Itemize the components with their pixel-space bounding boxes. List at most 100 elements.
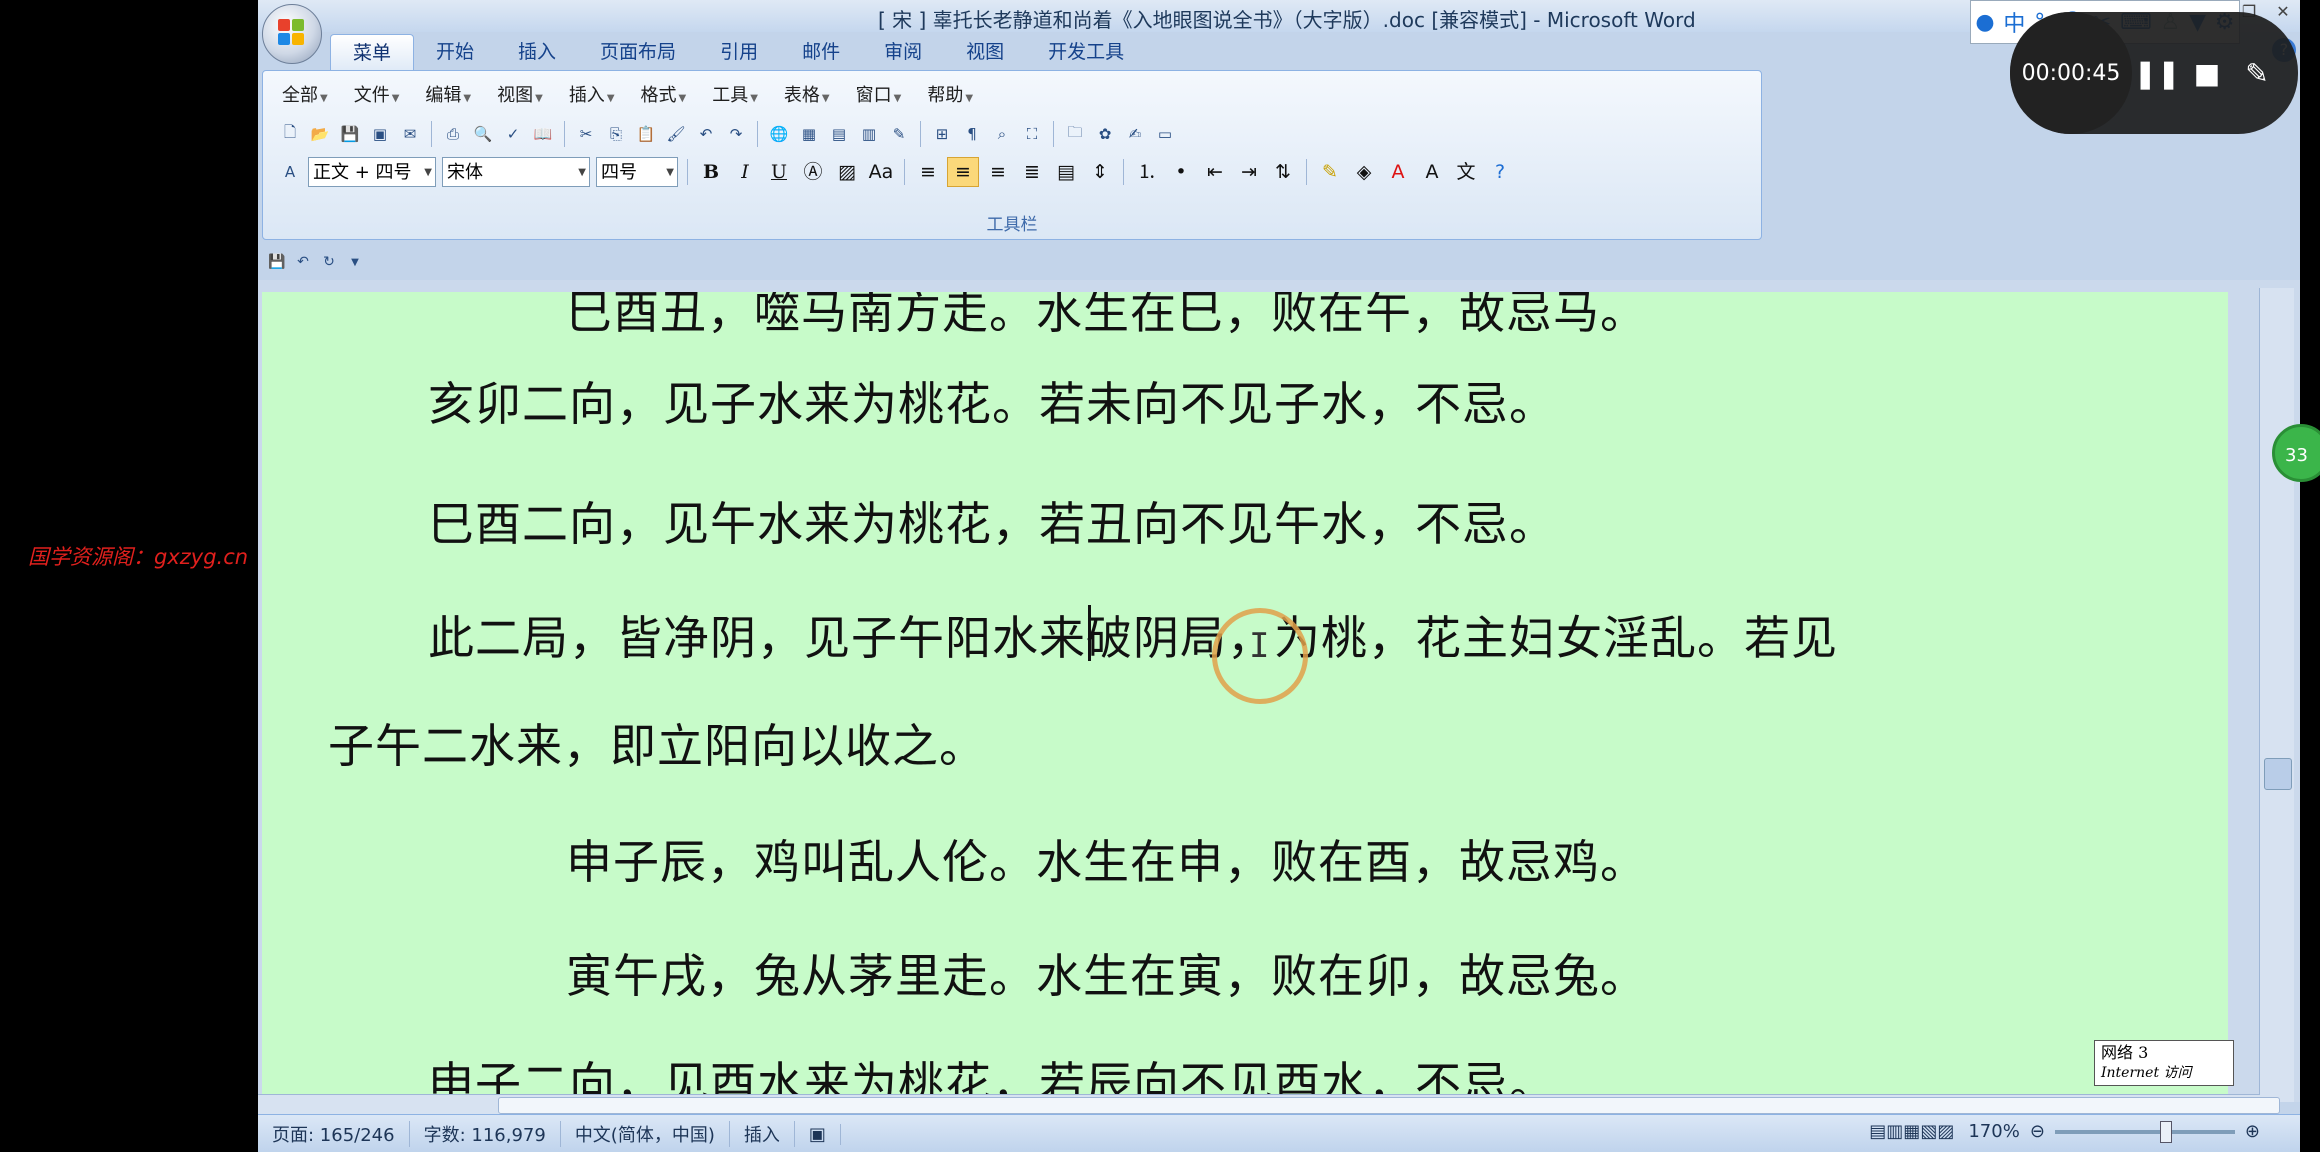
view-buttons[interactable]: ▤▥▦▧▨ — [1869, 1121, 1954, 1142]
spelling-icon[interactable]: ✓ — [501, 122, 525, 146]
excel-table-icon[interactable]: ▤ — [827, 122, 851, 146]
tab-home[interactable]: 开始 — [414, 34, 496, 70]
show-hide-icon[interactable]: ¶ — [960, 122, 984, 146]
tab-review[interactable]: 审阅 — [862, 34, 944, 70]
font-size-select[interactable]: 四号 ▼ — [596, 157, 678, 187]
permission-icon[interactable]: ▣ — [368, 122, 392, 146]
align-left-icon[interactable]: ≡ — [913, 158, 943, 186]
drawing-icon[interactable]: ✎ — [887, 122, 911, 146]
zoom-in-icon[interactable]: ⊕ — [2245, 1121, 2260, 1142]
decrease-indent-icon[interactable]: ⇤ — [1200, 158, 1230, 186]
italic-button[interactable]: I — [730, 158, 760, 186]
vertical-scrollbar[interactable] — [2259, 288, 2294, 1102]
table-icon[interactable]: ▦ — [797, 122, 821, 146]
menu-all[interactable]: 全部 ▼ — [269, 83, 341, 109]
email-icon[interactable]: ✉ — [398, 122, 422, 146]
highlight-icon[interactable]: ✎ — [1315, 158, 1345, 186]
horizontal-scroll-thumb[interactable] — [498, 1097, 2280, 1114]
zoom-icon[interactable]: ⌕ — [990, 122, 1014, 146]
new-document-icon[interactable]: 🗋 — [278, 122, 302, 146]
user-icon[interactable]: ● — [1975, 10, 1994, 35]
status-insert-mode[interactable]: 插入 — [730, 1121, 795, 1147]
cut-icon[interactable]: ✂ — [574, 122, 598, 146]
document-map-icon[interactable]: ⊞ — [930, 122, 954, 146]
ime-language[interactable]: 中 — [2003, 6, 2025, 38]
print-icon[interactable]: ⎙ — [441, 122, 465, 146]
numbering-icon[interactable]: ⒈ — [1132, 158, 1162, 186]
stop-icon[interactable]: ■ — [2182, 57, 2232, 90]
zoom-out-icon[interactable]: ⊖ — [2030, 1121, 2045, 1142]
edit-pen-icon[interactable]: ✎ — [2232, 57, 2282, 90]
tab-insert[interactable]: 插入 — [496, 34, 578, 70]
hyperlink-icon[interactable]: 🌐 — [767, 122, 791, 146]
tab-mailings[interactable]: 邮件 — [780, 34, 862, 70]
justify-icon[interactable]: ≣ — [1017, 158, 1047, 186]
document-page[interactable]: 巳酉丑，噬马南方走。水生在巳，败在午，故忌马。 亥卯二向，见子水来为桃花。若未向… — [262, 292, 2228, 1096]
status-language[interactable]: 中文(简体，中国) — [561, 1121, 730, 1147]
office-button[interactable] — [262, 4, 322, 64]
print-preview-icon[interactable]: 🔍 — [471, 122, 495, 146]
format-painter-icon[interactable]: 🖌 — [664, 122, 688, 146]
tab-menu[interactable]: 菜单 — [330, 34, 415, 71]
menu-table[interactable]: 表格 ▼ — [771, 83, 843, 109]
form-icon[interactable]: ▭ — [1153, 122, 1177, 146]
clipart-icon[interactable]: ✿ — [1093, 122, 1117, 146]
fullscreen-icon[interactable]: ⛶ — [1020, 122, 1044, 146]
styles-icon[interactable]: ✍ — [1123, 122, 1147, 146]
status-word-count[interactable]: 字数: 116,979 — [410, 1121, 561, 1147]
distributed-icon[interactable]: ▤ — [1051, 158, 1081, 186]
line-spacing-icon[interactable]: ⇕ — [1085, 158, 1115, 186]
style-select[interactable]: 正文 + 四号 ▼ — [308, 157, 436, 187]
phonetic-guide-icon[interactable]: 文 — [1451, 158, 1481, 186]
menu-format[interactable]: 格式 ▼ — [628, 83, 700, 109]
shading-icon[interactable]: ◈ — [1349, 158, 1379, 186]
align-center-icon[interactable]: ≡ — [947, 157, 979, 187]
paste-icon[interactable]: 📋 — [634, 122, 658, 146]
styles-pane-icon[interactable]: A — [278, 160, 302, 184]
tab-view[interactable]: 视图 — [944, 34, 1026, 70]
menu-file[interactable]: 文件 ▼ — [341, 83, 413, 109]
folder-icon[interactable]: 🗀 — [1063, 122, 1087, 146]
align-right-icon[interactable]: ≡ — [983, 158, 1013, 186]
status-page[interactable]: 页面: 165/246 — [258, 1121, 410, 1147]
horizontal-scrollbar[interactable] — [258, 1094, 2280, 1115]
qat-customize-icon[interactable]: ▼ — [345, 252, 365, 272]
tab-developer[interactable]: 开发工具 — [1026, 34, 1146, 70]
text-effects-icon[interactable]: A — [1417, 158, 1447, 186]
redo-icon[interactable]: ↷ — [724, 122, 748, 146]
menu-edit[interactable]: 编辑 ▼ — [412, 83, 484, 109]
bullets-icon[interactable]: • — [1166, 158, 1196, 186]
tab-references[interactable]: 引用 — [698, 34, 780, 70]
save-icon[interactable]: 💾 — [338, 122, 362, 146]
char-border-icon[interactable]: Ⓐ — [798, 158, 828, 186]
menu-tools[interactable]: 工具 ▼ — [699, 83, 771, 109]
font-color-icon[interactable]: A — [1383, 158, 1413, 186]
menu-help[interactable]: 帮助 ▼ — [914, 83, 986, 109]
macro-record-icon[interactable]: ▣ — [795, 1123, 841, 1145]
open-folder-icon[interactable]: 📂 — [308, 122, 332, 146]
qat-redo-icon[interactable]: ↻ — [319, 252, 339, 272]
change-case-icon[interactable]: Aa — [866, 158, 896, 186]
char-shading-icon[interactable]: ▨ — [832, 158, 862, 186]
help-icon[interactable]: ? — [1485, 158, 1515, 186]
increase-indent-icon[interactable]: ⇥ — [1234, 158, 1264, 186]
undo-icon[interactable]: ↶ — [694, 122, 718, 146]
qat-undo-icon[interactable]: ↶ — [293, 252, 313, 272]
vertical-scroll-thumb[interactable] — [2264, 758, 2292, 790]
copy-icon[interactable]: ⎘ — [604, 122, 628, 146]
pause-icon[interactable]: ❚❚ — [2132, 57, 2182, 90]
menu-view[interactable]: 视图 ▼ — [484, 83, 556, 109]
research-icon[interactable]: 📖 — [531, 122, 555, 146]
zoom-level[interactable]: 170% — [1968, 1121, 2019, 1142]
qat-save-icon[interactable]: 💾 — [267, 252, 287, 272]
underline-button[interactable]: U — [764, 158, 794, 186]
zoom-slider[interactable] — [2054, 1120, 2235, 1143]
close-icon[interactable]: ✕ — [2266, 2, 2300, 21]
tab-page-layout[interactable]: 页面布局 — [578, 34, 698, 70]
menu-window[interactable]: 窗口 ▼ — [843, 83, 915, 109]
sort-icon[interactable]: ⇅ — [1268, 158, 1298, 186]
columns-icon[interactable]: ▥ — [857, 122, 881, 146]
font-select[interactable]: 宋体 ▼ — [442, 157, 590, 187]
zoom-slider-knob[interactable] — [2159, 1120, 2172, 1143]
bold-button[interactable]: B — [696, 158, 726, 186]
